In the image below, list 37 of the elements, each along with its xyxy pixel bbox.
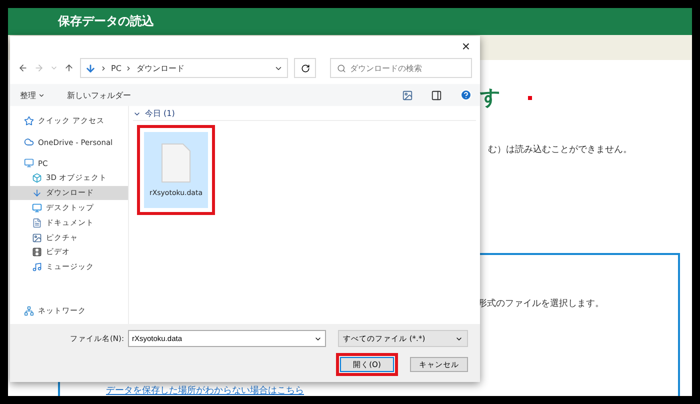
download-icon bbox=[32, 188, 42, 198]
document-icon bbox=[32, 218, 42, 228]
required-mark-icon bbox=[528, 96, 532, 100]
breadcrumb[interactable]: PC bbox=[111, 64, 122, 72]
file-icon bbox=[161, 143, 191, 183]
heading-text: す bbox=[480, 84, 500, 111]
notice-text: む）は読み込むことができません。 bbox=[488, 144, 633, 156]
music-icon bbox=[32, 262, 42, 272]
picture-icon bbox=[32, 232, 42, 243]
help-icon[interactable] bbox=[460, 89, 472, 101]
breadcrumb[interactable]: ダウンロード bbox=[136, 62, 184, 74]
view-icon[interactable] bbox=[402, 90, 413, 100]
new-folder-button[interactable]: 新しいフォルダー bbox=[65, 88, 133, 102]
back-icon[interactable] bbox=[18, 63, 28, 73]
video-icon bbox=[32, 247, 42, 258]
network-icon bbox=[24, 306, 34, 316]
up-icon[interactable] bbox=[64, 63, 74, 73]
page-title: 保存データの読込 bbox=[58, 13, 154, 30]
download-icon bbox=[85, 62, 96, 74]
refresh-icon bbox=[300, 64, 310, 72]
monitor-icon bbox=[24, 158, 34, 168]
search-icon bbox=[337, 64, 346, 72]
monitor-icon bbox=[32, 202, 42, 213]
cloud-icon bbox=[24, 137, 34, 148]
chevron-icon bbox=[125, 64, 132, 72]
refresh-button[interactable] bbox=[294, 58, 316, 78]
organize-button[interactable]: 整理 bbox=[18, 88, 47, 102]
close-button[interactable]: × bbox=[460, 39, 472, 53]
preview-pane-icon[interactable] bbox=[431, 90, 442, 100]
address-bar[interactable]: PC ダウンロード bbox=[80, 58, 288, 78]
search-field[interactable]: ダウンロードの検索 bbox=[330, 58, 472, 78]
chevron-icon bbox=[100, 64, 107, 72]
caret-icon bbox=[38, 92, 45, 98]
star-icon bbox=[24, 116, 34, 126]
group-header[interactable]: 今日 (1) bbox=[133, 108, 476, 121]
cube-icon bbox=[32, 173, 42, 184]
help-link[interactable]: データを保存した場所がわからない場合はこちら bbox=[106, 384, 304, 396]
